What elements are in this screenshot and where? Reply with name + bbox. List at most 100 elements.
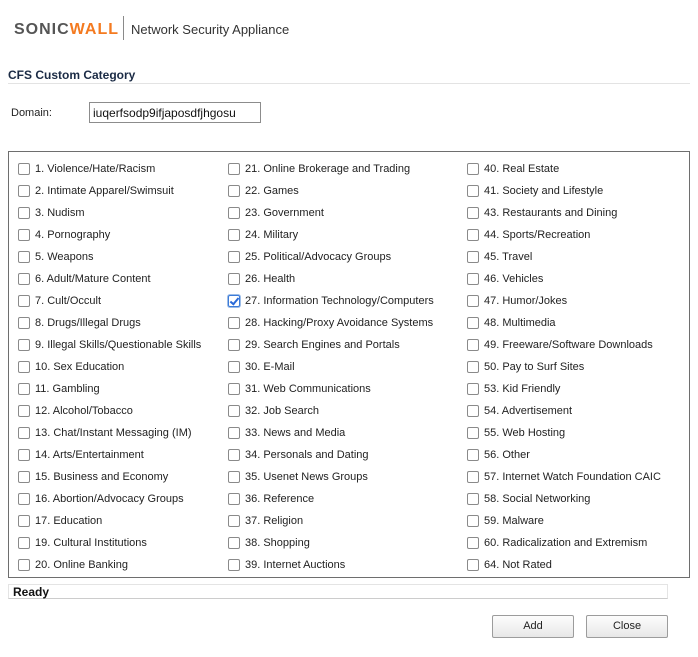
category-checkbox[interactable]	[228, 273, 240, 285]
category-checkbox[interactable]	[467, 251, 479, 263]
category-checkbox[interactable]	[18, 515, 30, 527]
category-item[interactable]: 35. Usenet News Groups	[228, 469, 368, 485]
category-item[interactable]: 16. Abortion/Advocacy Groups	[18, 491, 184, 507]
category-item[interactable]: 27. Information Technology/Computers	[228, 293, 434, 309]
category-item[interactable]: 25. Political/Advocacy Groups	[228, 249, 391, 265]
category-item[interactable]: 34. Personals and Dating	[228, 447, 369, 463]
category-item[interactable]: 47. Humor/Jokes	[467, 293, 567, 309]
category-checkbox[interactable]	[228, 361, 240, 373]
category-item[interactable]: 54. Advertisement	[467, 403, 572, 419]
add-button[interactable]: Add	[492, 615, 574, 638]
category-item[interactable]: 60. Radicalization and Extremism	[467, 535, 647, 551]
category-item[interactable]: 28. Hacking/Proxy Avoidance Systems	[228, 315, 433, 331]
category-item[interactable]: 1. Violence/Hate/Racism	[18, 161, 155, 177]
category-item[interactable]: 22. Games	[228, 183, 299, 199]
category-checkbox[interactable]	[467, 493, 479, 505]
category-checkbox[interactable]	[18, 405, 30, 417]
category-checkbox[interactable]	[228, 471, 240, 483]
category-checkbox[interactable]	[467, 361, 479, 373]
category-checkbox[interactable]	[18, 537, 30, 549]
category-checkbox[interactable]	[18, 185, 30, 197]
category-checkbox[interactable]	[228, 515, 240, 527]
category-item[interactable]: 10. Sex Education	[18, 359, 124, 375]
category-checkbox[interactable]	[18, 207, 30, 219]
category-checkbox[interactable]	[467, 559, 479, 571]
category-checkbox[interactable]	[467, 471, 479, 483]
category-item[interactable]: 59. Malware	[467, 513, 544, 529]
category-item[interactable]: 32. Job Search	[228, 403, 319, 419]
category-item[interactable]: 7. Cult/Occult	[18, 293, 101, 309]
category-checkbox[interactable]	[228, 449, 240, 461]
category-item[interactable]: 44. Sports/Recreation	[467, 227, 590, 243]
category-checkbox[interactable]	[228, 185, 240, 197]
category-checkbox[interactable]	[18, 339, 30, 351]
category-item[interactable]: 17. Education	[18, 513, 102, 529]
category-checkbox[interactable]	[18, 163, 30, 175]
category-item[interactable]: 19. Cultural Institutions	[18, 535, 147, 551]
category-checkbox[interactable]	[18, 427, 30, 439]
category-item[interactable]: 4. Pornography	[18, 227, 110, 243]
category-checkbox[interactable]	[467, 383, 479, 395]
category-item[interactable]: 55. Web Hosting	[467, 425, 565, 441]
category-item[interactable]: 43. Restaurants and Dining	[467, 205, 617, 221]
category-checkbox[interactable]	[467, 317, 479, 329]
category-checkbox[interactable]	[228, 537, 240, 549]
category-item[interactable]: 13. Chat/Instant Messaging (IM)	[18, 425, 192, 441]
category-item[interactable]: 3. Nudism	[18, 205, 85, 221]
category-checkbox[interactable]	[467, 449, 479, 461]
category-item[interactable]: 58. Social Networking	[467, 491, 590, 507]
category-checkbox[interactable]	[228, 317, 240, 329]
category-item[interactable]: 6. Adult/Mature Content	[18, 271, 151, 287]
category-checkbox[interactable]	[228, 493, 240, 505]
category-checkbox[interactable]	[18, 229, 30, 241]
category-item[interactable]: 57. Internet Watch Foundation CAIC	[467, 469, 661, 485]
category-item[interactable]: 37. Religion	[228, 513, 303, 529]
category-checkbox[interactable]	[467, 537, 479, 549]
category-checkbox[interactable]	[467, 185, 479, 197]
category-item[interactable]: 9. Illegal Skills/Questionable Skills	[18, 337, 201, 353]
category-checkbox[interactable]	[228, 295, 240, 307]
category-item[interactable]: 45. Travel	[467, 249, 532, 265]
category-checkbox[interactable]	[18, 317, 30, 329]
category-checkbox[interactable]	[467, 427, 479, 439]
category-item[interactable]: 8. Drugs/Illegal Drugs	[18, 315, 141, 331]
category-item[interactable]: 64. Not Rated	[467, 557, 552, 573]
category-item[interactable]: 33. News and Media	[228, 425, 345, 441]
category-item[interactable]: 26. Health	[228, 271, 295, 287]
category-checkbox[interactable]	[228, 559, 240, 571]
category-checkbox[interactable]	[18, 559, 30, 571]
category-checkbox[interactable]	[228, 163, 240, 175]
category-checkbox[interactable]	[228, 405, 240, 417]
category-item[interactable]: 12. Alcohol/Tobacco	[18, 403, 133, 419]
category-item[interactable]: 23. Government	[228, 205, 324, 221]
category-checkbox[interactable]	[18, 471, 30, 483]
category-checkbox[interactable]	[467, 295, 479, 307]
category-checkbox[interactable]	[467, 405, 479, 417]
category-checkbox[interactable]	[228, 427, 240, 439]
category-item[interactable]: 5. Weapons	[18, 249, 94, 265]
category-checkbox[interactable]	[467, 207, 479, 219]
category-item[interactable]: 53. Kid Friendly	[467, 381, 560, 397]
category-checkbox[interactable]	[18, 449, 30, 461]
category-item[interactable]: 46. Vehicles	[467, 271, 543, 287]
category-item[interactable]: 56. Other	[467, 447, 530, 463]
category-item[interactable]: 50. Pay to Surf Sites	[467, 359, 584, 375]
category-item[interactable]: 14. Arts/Entertainment	[18, 447, 144, 463]
category-checkbox[interactable]	[228, 251, 240, 263]
category-checkbox[interactable]	[228, 383, 240, 395]
category-item[interactable]: 11. Gambling	[18, 381, 100, 397]
domain-input[interactable]	[89, 102, 261, 123]
category-item[interactable]: 29. Search Engines and Portals	[228, 337, 400, 353]
category-item[interactable]: 15. Business and Economy	[18, 469, 168, 485]
category-checkbox[interactable]	[18, 361, 30, 373]
category-checkbox[interactable]	[18, 383, 30, 395]
category-item[interactable]: 24. Military	[228, 227, 298, 243]
category-item[interactable]: 49. Freeware/Software Downloads	[467, 337, 653, 353]
category-item[interactable]: 20. Online Banking	[18, 557, 128, 573]
category-item[interactable]: 41. Society and Lifestyle	[467, 183, 603, 199]
category-checkbox[interactable]	[467, 163, 479, 175]
category-item[interactable]: 40. Real Estate	[467, 161, 559, 177]
category-item[interactable]: 39. Internet Auctions	[228, 557, 345, 573]
category-checkbox[interactable]	[228, 207, 240, 219]
category-checkbox[interactable]	[228, 229, 240, 241]
